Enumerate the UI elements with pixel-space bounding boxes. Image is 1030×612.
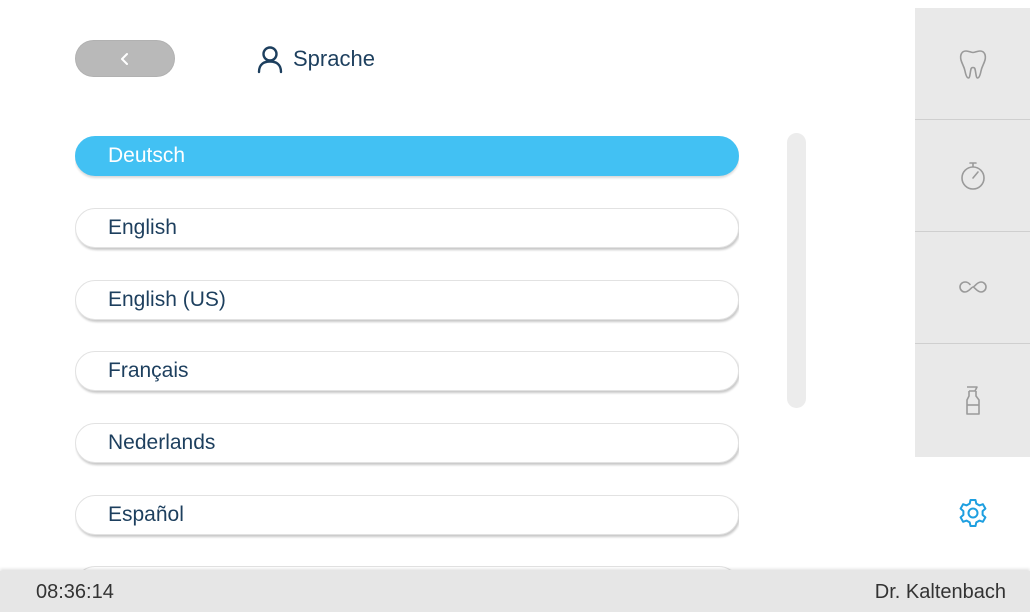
spray-bottle-icon — [965, 386, 980, 415]
clock: 08:36:14 — [36, 581, 114, 603]
sidebar-tab-treatment[interactable] — [915, 8, 1030, 120]
language-option-francais[interactable]: Français — [75, 351, 739, 391]
sidebar-tab-hygiene[interactable] — [915, 344, 1030, 456]
sidebar — [915, 8, 1030, 457]
user-name: Dr. Kaltenbach — [874, 581, 1006, 603]
sidebar-tab-instruments[interactable] — [915, 232, 1030, 344]
language-option-partial[interactable] — [75, 566, 739, 570]
language-label: Français — [108, 359, 189, 382]
language-option-nederlands[interactable]: Nederlands — [75, 423, 739, 463]
language-label: English (US) — [108, 288, 226, 311]
gear-icon — [959, 499, 986, 527]
language-option-espanol[interactable]: Español — [75, 495, 739, 535]
page-header: Sprache — [255, 40, 375, 77]
sidebar-tab-timer[interactable] — [915, 120, 1030, 232]
infinity-icon — [958, 280, 987, 293]
language-label: English — [108, 216, 177, 239]
back-button[interactable] — [75, 40, 175, 77]
language-list: Deutsch English English (US) Français Ne… — [75, 136, 739, 570]
language-option-english-us[interactable]: English (US) — [75, 280, 739, 320]
language-label: Nederlands — [108, 431, 216, 454]
tooth-icon — [959, 49, 986, 79]
status-bar: 08:36:14 Dr. Kaltenbach — [0, 571, 1030, 612]
chevron-left-icon — [121, 52, 128, 65]
page-title: Sprache — [293, 45, 375, 71]
user-icon — [257, 45, 283, 73]
language-label: Deutsch — [108, 144, 186, 167]
language-option-deutsch[interactable]: Deutsch — [75, 136, 739, 176]
language-label: Español — [108, 503, 184, 526]
stopwatch-icon — [960, 161, 985, 190]
scrollbar[interactable] — [787, 133, 806, 408]
sidebar-tab-settings[interactable] — [915, 457, 1030, 569]
language-option-english[interactable]: English — [75, 208, 739, 248]
